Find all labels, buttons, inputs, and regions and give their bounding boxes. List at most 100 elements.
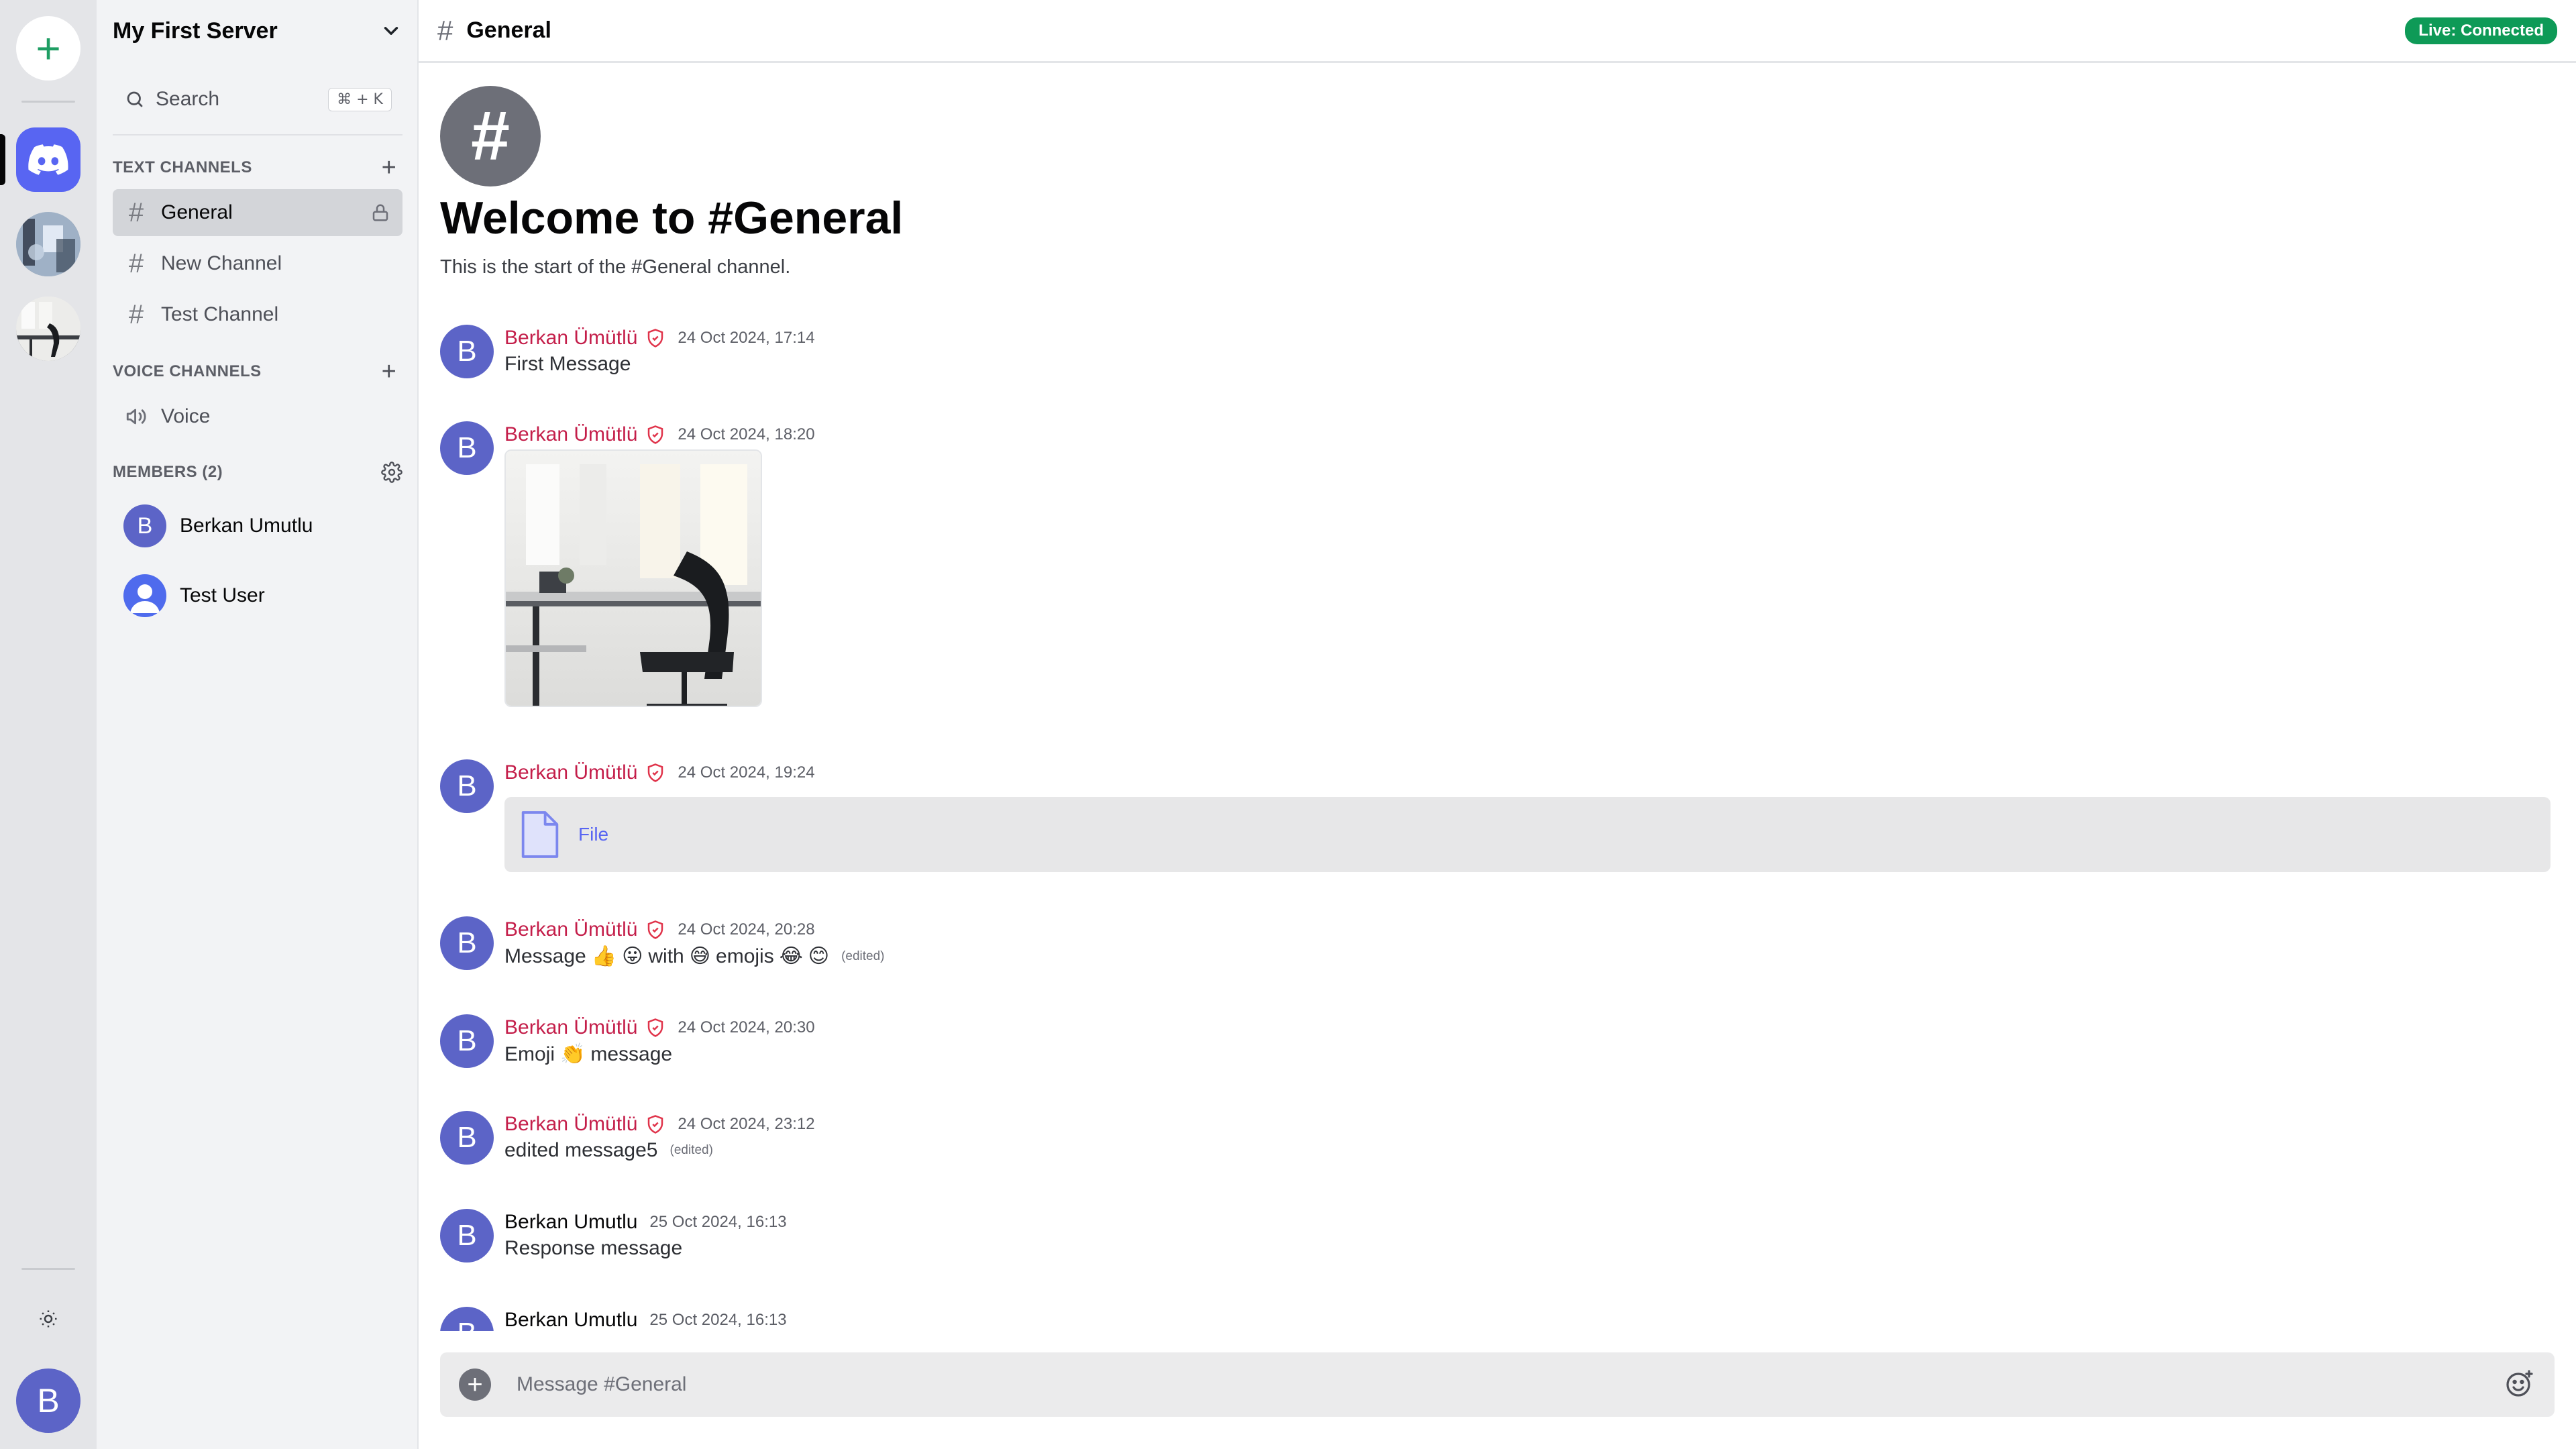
message-timestamp: 24 Oct 2024, 19:24: [678, 763, 815, 782]
member-avatar: [123, 574, 166, 617]
message-text: Message 👍 😛 with 😅 emojis 😂 😊 (edited): [504, 945, 884, 968]
tongue-emoji: 😛: [622, 945, 643, 968]
channel-item-voice[interactable]: Voice: [113, 393, 402, 440]
message-content: edited message5: [504, 1139, 658, 1161]
channel-item-new-channel[interactable]: # New Channel: [113, 240, 402, 287]
message-clip: B Berkan Umutlu 25 Oct 2024, 16:13: [419, 1295, 2576, 1331]
chevron-down-icon: [384, 27, 398, 35]
message-author[interactable]: Berkan Ümütlü: [504, 327, 637, 350]
discord-icon: [28, 144, 68, 175]
lock-icon: [372, 204, 388, 221]
message-author[interactable]: Berkan Umutlu: [504, 1309, 637, 1331]
chat-main: # General Live: Connected # Welcome to #…: [419, 0, 2576, 1449]
shield-icon: [648, 1018, 663, 1037]
channel-item-test-channel[interactable]: # Test Channel: [113, 291, 402, 338]
channel-label: Voice: [161, 405, 211, 427]
server-header[interactable]: My First Server: [97, 0, 419, 62]
member-item[interactable]: Test User: [123, 570, 392, 621]
message-text: edited message5 (edited): [504, 1139, 713, 1162]
members-section: MEMBERS (2): [113, 459, 402, 486]
message-avatar[interactable]: B: [440, 325, 494, 378]
message-avatar[interactable]: B: [440, 421, 494, 475]
message-word: Message: [504, 945, 586, 967]
message-timestamp: 24 Oct 2024, 20:30: [678, 1018, 815, 1036]
sun-icon: [40, 1310, 57, 1328]
message-avatar[interactable]: B: [440, 1209, 494, 1263]
clap-emoji: 👏: [560, 1042, 586, 1066]
user-icon: [130, 584, 160, 613]
message-timestamp: 24 Oct 2024, 18:20: [678, 425, 815, 443]
search-shortcut: ⌘ + K: [328, 87, 392, 111]
rail-divider: [21, 1268, 75, 1270]
hash-icon: #: [128, 248, 144, 278]
add-attachment-button[interactable]: +: [459, 1368, 491, 1401]
message-avatar[interactable]: B: [440, 1014, 494, 1068]
message-author[interactable]: Berkan Ümütlü: [504, 1113, 637, 1136]
message-author[interactable]: Berkan Ümütlü: [504, 1016, 637, 1039]
message-input[interactable]: [515, 1373, 2479, 1397]
rail-divider: [21, 101, 75, 103]
message-timestamp: 24 Oct 2024, 17:14: [678, 329, 815, 347]
channel-title: General: [466, 17, 551, 43]
member-item[interactable]: B Berkan Umutlu: [123, 500, 392, 551]
member-name: Berkan Umutlu: [180, 515, 313, 537]
channel-label: New Channel: [161, 252, 282, 274]
channel-sidebar: My First Server Search ⌘ + K TEXT CHANNE…: [97, 0, 419, 1449]
theme-toggle-button[interactable]: [16, 1287, 80, 1351]
text-channels-heading: TEXT CHANNELS: [113, 158, 252, 176]
welcome-subtitle: This is the start of the #General channe…: [440, 256, 791, 278]
server-icon-image-2[interactable]: [16, 297, 80, 361]
message-author[interactable]: Berkan Ümütlü: [504, 761, 637, 784]
file-link[interactable]: File: [578, 824, 608, 845]
search-icon: [127, 91, 143, 107]
edited-label: (edited): [669, 1143, 713, 1157]
thumbs-up-emoji: 👍: [591, 945, 617, 968]
server-thumbnail-image: [16, 212, 80, 276]
voice-channels-section: VOICE CHANNELS +: [113, 358, 402, 386]
image-attachment[interactable]: [504, 449, 762, 707]
message-avatar[interactable]: B: [440, 1111, 494, 1165]
status-badge: Live: Connected: [2405, 17, 2557, 44]
message-word: message: [590, 1042, 673, 1065]
message-author[interactable]: Berkan Ümütlü: [504, 423, 637, 446]
shield-icon: [648, 425, 663, 444]
file-attachment[interactable]: File: [504, 797, 2551, 872]
channel-hash-icon: #: [440, 86, 541, 186]
file-icon: [521, 811, 559, 858]
sidebar-divider: [113, 134, 402, 136]
welcome-title: Welcome to #General: [440, 193, 904, 244]
message-avatar[interactable]: B: [440, 759, 494, 813]
active-server-indicator: [0, 134, 5, 185]
add-voice-channel-button[interactable]: +: [376, 358, 402, 386]
channel-header: # General Live: Connected: [419, 0, 2576, 63]
add-server-button[interactable]: +: [16, 16, 80, 80]
message-word: Emoji: [504, 1042, 555, 1065]
message-timestamp: 24 Oct 2024, 20:28: [678, 920, 815, 938]
add-text-channel-button[interactable]: +: [376, 154, 402, 182]
shield-icon: [648, 1115, 663, 1134]
edited-label: (edited): [841, 949, 885, 963]
hash-icon: #: [128, 197, 144, 227]
message-avatar[interactable]: B: [440, 1307, 494, 1331]
channel-label: General: [161, 201, 233, 223]
blush-emoji: 😊: [808, 945, 830, 968]
hash-icon: #: [128, 299, 144, 329]
speaker-icon: [126, 409, 146, 425]
shield-icon: [648, 920, 663, 939]
server-icon-my-first-server[interactable]: [16, 127, 80, 192]
member-avatar: B: [123, 504, 166, 547]
message-author[interactable]: Berkan Ümütlü: [504, 918, 637, 941]
emoji-picker-icon[interactable]: [2504, 1368, 2536, 1401]
joy-emoji: 😂: [779, 945, 803, 968]
message-text: Response message: [504, 1237, 683, 1259]
message-author[interactable]: Berkan Umutlu: [504, 1211, 637, 1234]
server-icon-image-1[interactable]: [16, 212, 80, 276]
message-avatar[interactable]: B: [440, 916, 494, 970]
channel-item-general[interactable]: # General: [113, 189, 402, 236]
gear-icon[interactable]: [381, 462, 402, 483]
message-composer: +: [440, 1352, 2555, 1417]
members-heading: MEMBERS (2): [113, 463, 223, 481]
message-word: emojis: [716, 945, 774, 967]
search-button[interactable]: Search ⌘ + K: [114, 79, 402, 119]
user-avatar[interactable]: B: [16, 1368, 80, 1433]
